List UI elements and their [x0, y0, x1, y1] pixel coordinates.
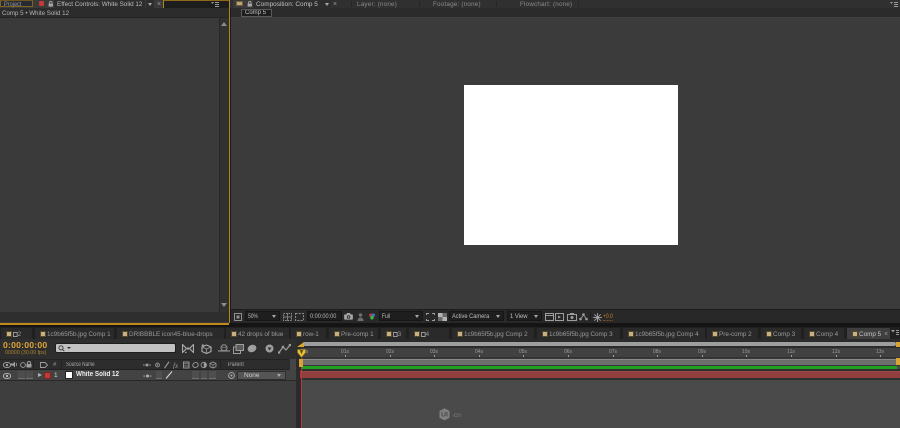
svg-text:·cn: ·cn [451, 412, 461, 419]
svg-text:UI: UI [441, 412, 448, 419]
svg-text:fx: fx [173, 361, 179, 368]
